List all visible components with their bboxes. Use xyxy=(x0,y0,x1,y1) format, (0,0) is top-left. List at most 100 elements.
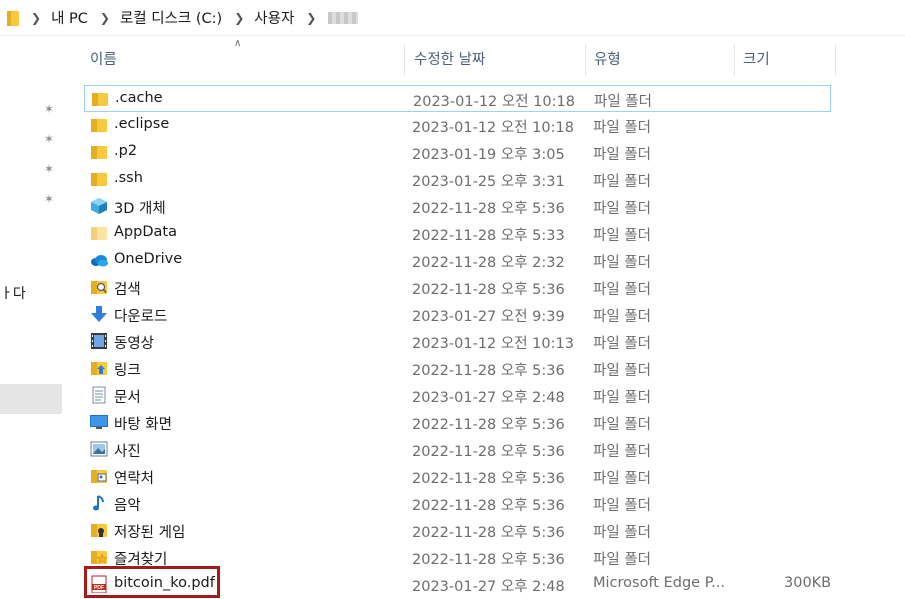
chevron-right-icon[interactable]: ❯ xyxy=(31,11,41,25)
chevron-right-icon[interactable]: ❯ xyxy=(234,11,244,25)
favorites-icon xyxy=(91,551,108,564)
documents-icon xyxy=(92,386,106,404)
pin-icon[interactable]: ✶ xyxy=(44,132,56,146)
nav-item-selected[interactable] xyxy=(0,384,62,414)
pictures-icon xyxy=(90,441,108,457)
column-header-row: ∧ 이름 수정한 날짜 유형 크기 xyxy=(84,38,836,76)
file-name: .ssh xyxy=(114,170,143,186)
file-name: 검색 xyxy=(114,282,141,298)
chevron-right-icon[interactable]: ❯ xyxy=(100,11,110,25)
file-name: 바탕 화면 xyxy=(114,417,172,433)
file-type: 파일 폴더 xyxy=(593,255,651,271)
column-header-name[interactable]: 이름 xyxy=(84,44,404,76)
file-row[interactable]: 3D 개체 2022-11-28 오후 5:36 파일 폴더 xyxy=(84,193,831,220)
column-header-size[interactable]: 크기 xyxy=(737,44,833,76)
file-modified-date: 2022-11-28 오후 5:36 xyxy=(412,363,565,379)
file-row[interactable]: AppData 2022-11-28 오후 5:33 파일 폴더 xyxy=(84,220,831,247)
file-type: 파일 폴더 xyxy=(593,471,651,487)
file-type: 파일 폴더 xyxy=(594,94,652,110)
file-size: 300KB xyxy=(784,575,832,591)
file-type: 파일 폴더 xyxy=(593,309,651,325)
pin-icon[interactable]: ✶ xyxy=(44,162,56,176)
file-name: .eclipse xyxy=(114,116,170,132)
column-divider[interactable] xyxy=(734,44,735,76)
file-row[interactable]: 검색 2022-11-28 오후 5:36 파일 폴더 xyxy=(84,274,831,301)
file-type: 파일 폴더 xyxy=(593,417,651,433)
onedrive-icon xyxy=(91,255,108,267)
folder-icon xyxy=(7,10,19,26)
file-type: 파일 폴더 xyxy=(593,444,651,460)
breadcrumb-local-disk[interactable]: 로컬 디스크 (C:) xyxy=(120,7,222,28)
file-modified-date: 2022-11-28 오후 5:36 xyxy=(412,471,565,487)
file-name: 3D 개체 xyxy=(114,201,166,217)
file-row[interactable]: 링크 2022-11-28 오후 5:36 파일 폴더 xyxy=(84,355,831,382)
file-modified-date: 2023-01-12 오전 10:13 xyxy=(412,336,574,352)
file-row[interactable]: OneDrive 2022-11-28 오후 2:32 파일 폴더 xyxy=(84,247,831,274)
folder-light-icon xyxy=(91,227,107,240)
folder-icon xyxy=(91,173,107,186)
file-name: 사진 xyxy=(114,444,141,460)
file-modified-date: 2022-11-28 오후 5:36 xyxy=(412,282,565,298)
column-header-type[interactable]: 유형 xyxy=(588,44,733,76)
music-icon xyxy=(93,495,104,511)
file-row[interactable]: .eclipse 2023-01-12 오전 10:18 파일 폴더 xyxy=(84,112,831,139)
column-divider[interactable] xyxy=(404,44,405,76)
column-divider[interactable] xyxy=(835,44,836,76)
file-type: 파일 폴더 xyxy=(593,363,651,379)
folder-icon xyxy=(91,146,107,159)
highlight-box xyxy=(84,566,220,598)
address-bar[interactable]: ❯ 내 PC ❯ 로컬 디스크 (C:) ❯ 사용자 ❯ xyxy=(0,0,905,36)
links-icon xyxy=(91,362,107,375)
file-name: 다운로드 xyxy=(114,309,168,325)
breadcrumb-this-pc[interactable]: 내 PC xyxy=(51,7,88,28)
3d-objects-icon xyxy=(91,198,107,214)
file-type: 파일 폴더 xyxy=(593,120,651,136)
file-modified-date: 2022-11-28 오후 5:36 xyxy=(412,417,565,433)
file-row[interactable]: 다운로드 2023-01-27 오전 9:39 파일 폴더 xyxy=(84,301,831,328)
file-name: 링크 xyxy=(114,363,141,379)
file-name: 저장된 게임 xyxy=(114,525,186,541)
file-modified-date: 2022-11-28 오후 5:36 xyxy=(412,201,565,217)
file-row[interactable]: 바탕 화면 2022-11-28 오후 5:36 파일 폴더 xyxy=(84,409,831,436)
chevron-right-icon[interactable]: ❯ xyxy=(306,11,316,25)
file-name: .cache xyxy=(115,90,163,106)
column-divider[interactable] xyxy=(585,44,586,76)
file-row[interactable]: .cache 2023-01-12 오전 10:18 파일 폴더 xyxy=(84,85,831,112)
file-type: 파일 폴더 xyxy=(593,147,651,163)
file-row[interactable]: .ssh 2023-01-25 오후 3:31 파일 폴더 xyxy=(84,166,831,193)
file-type: Microsoft Edge P... xyxy=(593,575,726,591)
file-row[interactable]: 저장된 게임 2022-11-28 오후 5:36 파일 폴더 xyxy=(84,517,831,544)
folder-icon xyxy=(92,93,108,106)
file-row[interactable]: 문서 2023-01-27 오후 2:48 파일 폴더 xyxy=(84,382,831,409)
contacts-icon xyxy=(91,470,107,483)
file-name: .p2 xyxy=(114,143,138,159)
file-type: 파일 폴더 xyxy=(593,174,651,190)
nav-item-label[interactable]: ㅏ다 xyxy=(0,283,26,303)
file-modified-date: 2023-01-12 오전 10:18 xyxy=(412,120,574,136)
file-type: 파일 폴더 xyxy=(593,390,651,406)
file-type: 파일 폴더 xyxy=(593,498,651,514)
file-type: 파일 폴더 xyxy=(593,282,651,298)
breadcrumb-users[interactable]: 사용자 xyxy=(254,7,294,28)
file-row[interactable]: 동영상 2023-01-12 오전 10:13 파일 폴더 xyxy=(84,328,831,355)
file-row[interactable]: .p2 2023-01-19 오후 3:05 파일 폴더 xyxy=(84,139,831,166)
pin-icon[interactable]: ✶ xyxy=(44,102,56,116)
file-row[interactable]: 음악 2022-11-28 오후 5:36 파일 폴더 xyxy=(84,490,831,517)
file-modified-date: 2023-01-27 오후 2:48 xyxy=(412,579,565,595)
file-name: OneDrive xyxy=(114,251,183,267)
pin-icon[interactable]: ✶ xyxy=(44,192,56,206)
saved-games-icon xyxy=(91,524,107,537)
navigation-pane: ✶ ✶ ✶ ✶ ㅏ다 xyxy=(0,36,62,599)
file-type: 파일 폴더 xyxy=(593,201,651,217)
file-row[interactable]: 연락처 2022-11-28 오후 5:36 파일 폴더 xyxy=(84,463,831,490)
file-modified-date: 2022-11-28 오후 5:36 xyxy=(412,552,565,568)
breadcrumb-user-redacted[interactable] xyxy=(328,11,359,24)
file-row[interactable]: 사진 2022-11-28 오후 5:36 파일 폴더 xyxy=(84,436,831,463)
file-name: 문서 xyxy=(114,390,141,406)
file-modified-date: 2023-01-25 오후 3:31 xyxy=(412,174,565,190)
file-name: AppData xyxy=(114,224,177,240)
video-icon xyxy=(91,333,107,349)
column-header-date[interactable]: 수정한 날짜 xyxy=(408,44,584,76)
file-modified-date: 2022-11-28 오후 5:36 xyxy=(412,444,565,460)
file-modified-date: 2022-11-28 오후 2:32 xyxy=(412,255,565,271)
